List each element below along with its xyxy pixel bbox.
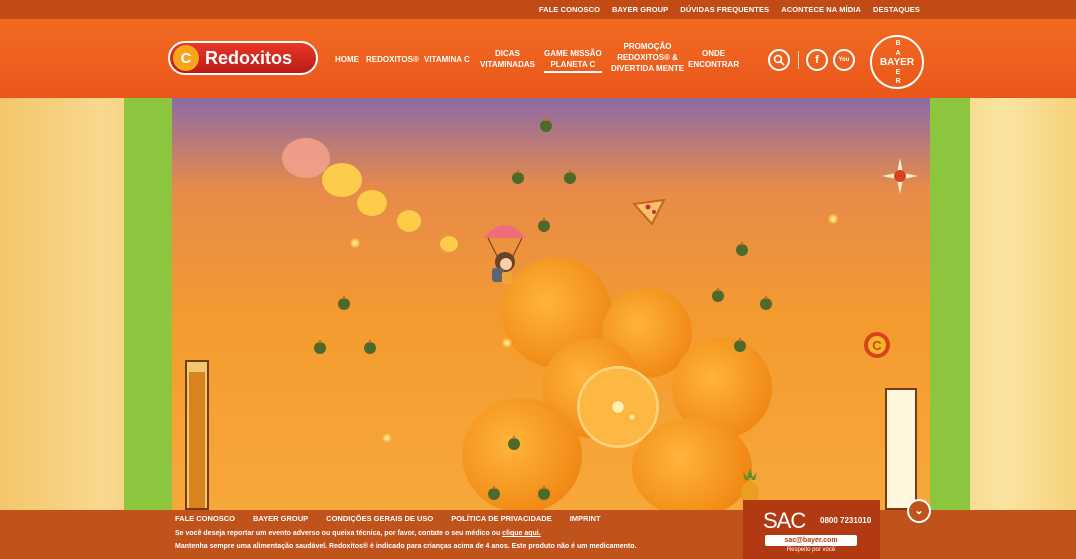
enemy-germ-icon — [564, 169, 576, 184]
search-glyph — [773, 54, 785, 66]
left-green-stripe — [124, 98, 172, 510]
vitamin-coin — [382, 433, 392, 443]
nav-dicas-line1: DICAS — [495, 49, 520, 58]
vitamin-coin — [627, 412, 637, 422]
enemy-germ-icon — [712, 287, 724, 302]
facebook-icon[interactable]: f — [806, 49, 828, 71]
enemy-germ-icon — [538, 217, 550, 232]
nav-onde-line2: ENCONTRAR — [688, 60, 740, 69]
header-divider — [798, 51, 799, 69]
nav-game-line2: PLANETA C — [550, 60, 596, 69]
nav-onde-encontrar[interactable]: ONDE ENCONTRAR — [688, 48, 739, 70]
sac-label: SAC — [763, 508, 806, 533]
chevron-down-icon: ⌄ — [909, 501, 929, 521]
topbar-link-bayer-group[interactable]: BAYER GROUP — [612, 5, 668, 14]
footer-link-condicoes[interactable]: CONDIÇÕES GERAIS DE USO — [326, 514, 433, 523]
youtube-icon[interactable]: You — [833, 49, 855, 71]
enemy-germ-icon — [736, 241, 748, 256]
right-green-stripe — [930, 98, 970, 510]
logo-c-icon: C — [173, 45, 199, 71]
nav-promo-line2: REDOXITOS® & — [617, 53, 678, 62]
cloud-puff — [440, 236, 458, 252]
bayer-letter: E — [895, 68, 901, 76]
nav-promocao[interactable]: PROMOÇÃO REDOXITOS® & DIVERTIDA MENTE — [611, 41, 684, 74]
logo-text: Redoxitos — [205, 47, 293, 68]
nav-game-missao-planeta-c[interactable]: GAME MISSÃO PLANETA C — [544, 48, 602, 73]
report-link[interactable]: clique aqui. — [502, 530, 541, 537]
report-text: Se você deseja reportar um evento advers… — [175, 530, 501, 537]
sac-contact-box: SAC 0800 7231010 sac@bayer.com Respeito … — [743, 500, 880, 559]
topbar-link-duvidas-frequentes[interactable]: DÚVIDAS FREQUENTES — [680, 5, 769, 14]
bayer-letter: B — [895, 40, 901, 47]
bayer-letter: A — [895, 49, 901, 57]
nav-redoxitos[interactable]: REDOXITOS® — [366, 54, 419, 65]
enemy-germ-icon — [540, 117, 552, 132]
enemy-germ-icon — [538, 485, 550, 500]
bayer-logo[interactable]: BAYER B A Y E R — [870, 35, 924, 89]
enemy-germ-icon — [364, 339, 376, 354]
enemy-germ-icon — [338, 295, 350, 310]
footer-links: FALE CONOSCO BAYER GROUP CONDIÇÕES GERAI… — [175, 514, 601, 523]
footer-link-fale-conosco[interactable]: FALE CONOSCO — [175, 514, 235, 523]
energy-gauge — [185, 360, 209, 510]
footer-link-imprint[interactable]: IMPRINT — [570, 514, 601, 523]
vitamin-coin — [828, 214, 838, 224]
nav-promo-line3: DIVERTIDA MENTE — [611, 64, 685, 73]
right-gauge — [885, 388, 917, 510]
right-decor-panel — [930, 98, 1076, 510]
topbar-link-fale-conosco[interactable]: FALE CONOSCO — [539, 5, 600, 14]
topbar-link-acontece-na-midia[interactable]: ACONTECE NA MÍDIA — [781, 5, 861, 14]
enemy-germ-icon — [760, 295, 772, 310]
nav-promo-line1: PROMOÇÃO — [623, 42, 672, 51]
nav-home[interactable]: HOME — [335, 54, 359, 65]
bayer-vertical-text: B A Y E R — [893, 39, 903, 87]
left-decor-panel — [0, 98, 172, 510]
nav-game-line1: GAME MISSÃO — [544, 49, 602, 58]
footer-report-text: Se você deseja reportar um evento advers… — [175, 530, 541, 537]
player-character — [484, 225, 526, 284]
main-header: C Redoxitos HOME REDOXITOS® VITAMINA C D… — [0, 19, 1076, 98]
redoxitos-logo[interactable]: C Redoxitos — [168, 41, 318, 75]
nav-vitamina-c[interactable]: VITAMINA C — [424, 54, 470, 65]
sac-email[interactable]: sac@bayer.com — [765, 535, 857, 546]
cloud-puff — [397, 210, 421, 232]
pizza-slice-icon — [632, 198, 666, 226]
vitamin-c-powerup-icon: C — [864, 332, 890, 358]
cloud-puff — [357, 190, 387, 216]
vitamin-coin — [350, 238, 360, 248]
game-canvas[interactable]: C — [172, 98, 930, 510]
sac-phone[interactable]: 0800 7231010 — [820, 516, 871, 525]
top-utility-bar: FALE CONOSCO BAYER GROUP DÚVIDAS FREQUEN… — [0, 0, 1076, 19]
footer-link-privacidade[interactable]: POLÍTICA DE PRIVACIDADE — [451, 514, 551, 523]
orange-fruit — [462, 398, 582, 510]
nav-dicas-line2: VITAMINADAS — [480, 60, 535, 69]
topbar-link-destaques[interactable]: DESTAQUES — [873, 5, 920, 14]
enemy-germ-icon — [508, 435, 520, 450]
enemy-germ-icon — [512, 169, 524, 184]
vitamin-coin — [502, 338, 512, 348]
energy-gauge-fill — [189, 372, 205, 508]
enemy-germ-icon — [488, 485, 500, 500]
enemy-germ-icon — [734, 337, 746, 352]
bayer-letter: R — [895, 78, 901, 85]
scroll-down-button[interactable]: ⌄ — [907, 499, 931, 523]
nav-onde-line1: ONDE — [701, 49, 726, 58]
nav-dicas-vitaminadas[interactable]: DICAS VITAMINADAS — [480, 48, 535, 70]
sparkle-powerup-icon — [882, 158, 918, 194]
footer-disclaimer: Mantenha sempre uma alimentação saudável… — [175, 543, 637, 550]
footer-link-bayer-group[interactable]: BAYER GROUP — [253, 514, 308, 523]
sac-tagline: Respeito por você — [786, 547, 836, 553]
orange-fruit — [632, 418, 752, 510]
enemy-germ-icon — [314, 339, 326, 354]
svg-text:C: C — [872, 338, 882, 353]
cloud-puff — [322, 163, 362, 197]
search-icon[interactable] — [768, 49, 790, 71]
